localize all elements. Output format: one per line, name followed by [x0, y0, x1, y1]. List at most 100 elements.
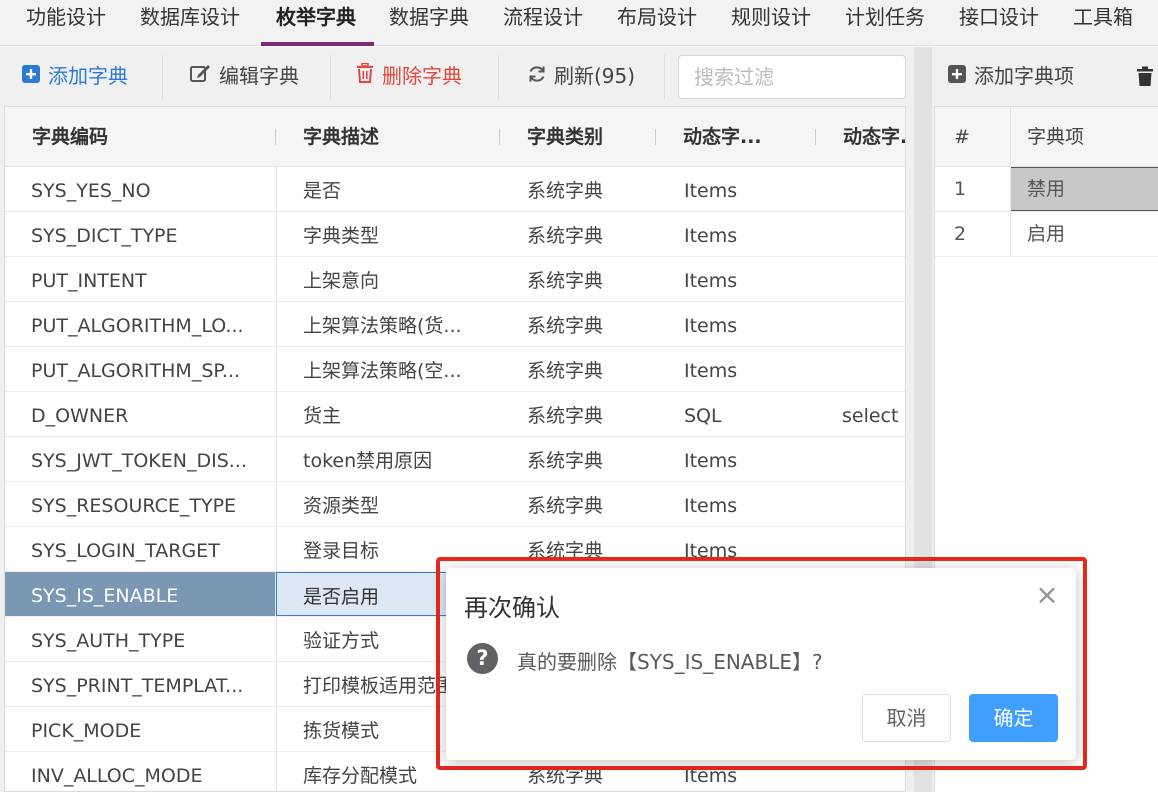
cell-code: PUT_ALGORITHM_SP...: [31, 360, 240, 382]
tab-function-design[interactable]: 功能设计: [26, 0, 106, 46]
column-header-code[interactable]: 字典编码: [32, 107, 272, 167]
tab-rule-design[interactable]: 规则设计: [731, 0, 811, 46]
cell-dynamic-value: [816, 212, 905, 256]
cell-dynamic-value: select: [842, 405, 899, 427]
cell-code: PUT_INTENT: [31, 270, 147, 292]
dialog-title: 再次确认: [464, 594, 560, 622]
cell-code: PUT_ALGORITHM_LO...: [31, 315, 244, 337]
cell-dynamic-type: Items: [684, 270, 738, 292]
item-row[interactable]: 2 启用: [935, 212, 1158, 257]
column-divider: [1010, 212, 1011, 256]
cell-description: 上架算法策略(空...: [276, 347, 500, 391]
toolbar-divider: [162, 55, 163, 99]
cell-code: PICK_MODE: [31, 720, 142, 742]
close-icon[interactable]: ×: [1035, 581, 1059, 609]
cell-category: 系统字典: [527, 180, 604, 202]
tab-interface-design[interactable]: 接口设计: [959, 0, 1039, 46]
cell-code: SYS_LOGIN_TARGET: [31, 540, 220, 562]
active-tab-indicator: [261, 42, 374, 46]
cell-code: SYS_AUTH_TYPE: [31, 630, 186, 652]
toolbar-divider: [498, 55, 499, 99]
cell-code: SYS_DICT_TYPE: [31, 225, 178, 247]
item-label: 禁用: [1027, 178, 1066, 200]
cell-dynamic-value: [816, 302, 905, 346]
cell-description: token禁用原因: [276, 437, 500, 481]
cell-category: 系统字典: [527, 360, 604, 382]
cell-dynamic-value: [816, 347, 905, 391]
cell-code: SYS_IS_ENABLE: [5, 572, 275, 616]
cell-code: SYS_JWT_TOKEN_DIS...: [31, 450, 247, 472]
plus-square-icon: [948, 47, 966, 105]
item-index: 2: [954, 223, 967, 245]
column-header-item[interactable]: 字典项: [1027, 107, 1084, 167]
column-header-category[interactable]: 字典类别: [527, 107, 652, 167]
column-header-description[interactable]: 字典描述: [303, 107, 493, 167]
cell-code: SYS_YES_NO: [31, 180, 151, 202]
tab-layout-design[interactable]: 布局设计: [617, 0, 697, 46]
cell-dynamic-type: Items: [684, 315, 738, 337]
table-row[interactable]: PUT_ALGORITHM_SP... 上架算法策略(空... 系统字典 Items: [5, 347, 905, 392]
column-header-dynamic-value[interactable]: 动态字...: [843, 107, 905, 167]
tab-enum-dictionary[interactable]: 枚举字典: [276, 0, 356, 46]
table-row[interactable]: SYS_DICT_TYPE 字典类型 系统字典 Items: [5, 212, 905, 257]
item-index: 1: [954, 178, 967, 200]
table-row[interactable]: SYS_JWT_TOKEN_DIS... token禁用原因 系统字典 Items: [5, 437, 905, 482]
confirm-dialog: 再次确认 × ? 真的要删除【SYS_IS_ENABLE】? 取消 确定: [446, 568, 1076, 760]
cell-code: SYS_PRINT_TEMPLAT...: [31, 675, 244, 697]
cancel-button[interactable]: 取消: [862, 694, 951, 742]
add-dictionary-item-button[interactable]: 添加字典项: [948, 47, 1074, 105]
cell-dynamic-type: Items: [684, 450, 738, 472]
table-row[interactable]: SYS_RESOURCE_TYPE 资源类型 系统字典 Items: [5, 482, 905, 527]
cell-dynamic-type: Items: [684, 225, 738, 247]
cell-description: 是否: [276, 167, 500, 211]
tab-process-design[interactable]: 流程设计: [503, 0, 583, 46]
cell-description: 货主: [276, 392, 500, 436]
column-header-index: #: [954, 126, 970, 148]
table-row[interactable]: PUT_INTENT 上架意向 系统字典 Items: [5, 257, 905, 302]
table-header: 字典编码 字典描述 字典类别 动态字... 动态字...: [5, 107, 905, 167]
cell-dynamic-type: Items: [684, 360, 738, 382]
cell-description: 上架算法策略(货...: [276, 302, 500, 346]
cell-dynamic-value: [816, 257, 905, 301]
column-divider[interactable]: [655, 129, 656, 145]
refresh-icon: [528, 47, 546, 105]
delete-dictionary-button[interactable]: 删除字典: [356, 47, 462, 105]
cell-dynamic-type: Items: [684, 495, 738, 517]
cell-dynamic-type: SQL: [684, 405, 722, 427]
cell-category: 系统字典: [527, 495, 604, 517]
top-nav: 功能设计 数据库设计 枚举字典 数据字典 流程设计 布局设计 规则设计 计划任务…: [0, 0, 1158, 46]
cell-code: D_OWNER: [31, 405, 129, 427]
column-header-dynamic-type[interactable]: 动态字...: [683, 107, 811, 167]
edit-dictionary-button[interactable]: 编辑字典: [190, 47, 299, 105]
item-label: 启用: [1027, 223, 1066, 245]
items-table-header: # 字典项: [935, 107, 1158, 167]
tab-toolbox[interactable]: 工具箱: [1073, 0, 1133, 46]
refresh-button[interactable]: 刷新(95): [528, 47, 635, 105]
column-divider: [1010, 107, 1011, 167]
cell-description: 上架意向: [276, 257, 500, 301]
toolbar-divider: [664, 55, 665, 99]
cell-code: SYS_RESOURCE_TYPE: [31, 495, 237, 517]
tab-database-design[interactable]: 数据库设计: [140, 0, 240, 46]
column-divider[interactable]: [275, 129, 276, 145]
cell-category: 系统字典: [527, 450, 604, 472]
search-filter-input[interactable]: 搜索过滤: [678, 55, 906, 99]
table-row[interactable]: SYS_YES_NO 是否 系统字典 Items: [5, 167, 905, 212]
item-row[interactable]: 1 禁用: [935, 167, 1158, 212]
table-row[interactable]: PUT_ALGORITHM_LO... 上架算法策略(货... 系统字典 Items: [5, 302, 905, 347]
confirm-button[interactable]: 确定: [969, 694, 1058, 742]
tab-data-dictionary[interactable]: 数据字典: [389, 0, 469, 46]
add-dictionary-button[interactable]: 添加字典: [22, 47, 128, 105]
column-divider: [1010, 167, 1011, 211]
tab-scheduled-tasks[interactable]: 计划任务: [845, 0, 925, 46]
column-divider[interactable]: [815, 129, 816, 145]
table-row[interactable]: D_OWNER 货主 系统字典 SQL select: [5, 392, 905, 437]
cell-dynamic-type: Items: [684, 180, 738, 202]
cell-dynamic-value: [816, 437, 905, 481]
edit-icon: [190, 47, 211, 105]
dictionary-toolbar: 添加字典 编辑字典 删除字典 刷新(95) 搜索过滤: [0, 47, 914, 105]
column-divider[interactable]: [499, 129, 500, 145]
cell-category: 系统字典: [527, 315, 604, 337]
cell-category: 系统字典: [527, 270, 604, 292]
trash-icon[interactable]: [1136, 66, 1154, 92]
